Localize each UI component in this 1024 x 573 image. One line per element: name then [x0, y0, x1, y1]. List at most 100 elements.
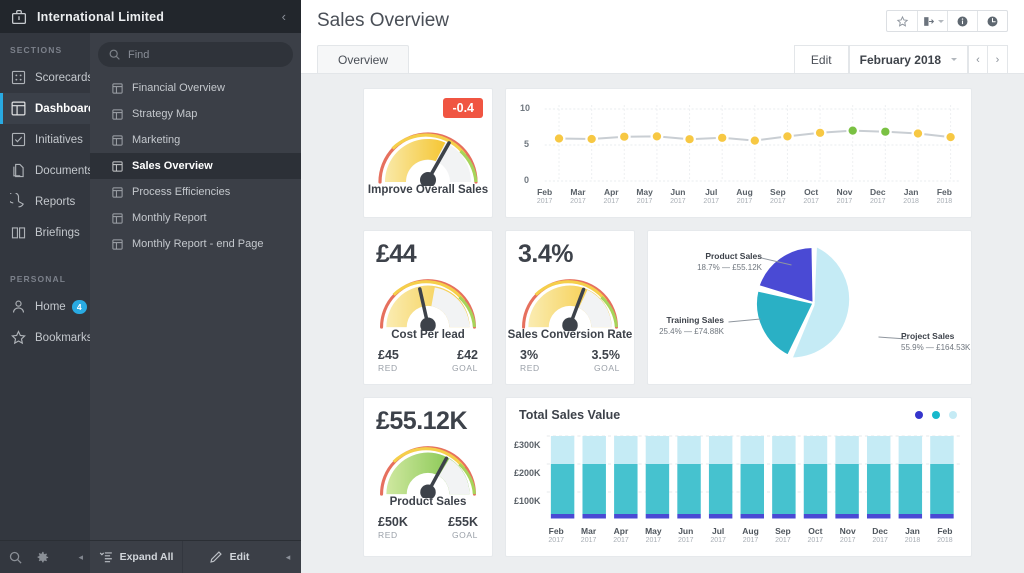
- gauge-wrapper: [506, 271, 634, 331]
- x-tick-label: Oct: [799, 526, 831, 536]
- legend-dot-project-sales[interactable]: [949, 411, 957, 419]
- dashboard-canvas: -0.4: [301, 74, 1024, 573]
- list-item[interactable]: Monthly Report - end Page: [90, 231, 301, 257]
- next-period-button[interactable]: ›: [988, 45, 1008, 73]
- edit-dashboard-button[interactable]: Edit: [794, 45, 849, 73]
- widget-title: Sales Conversion Rate: [506, 329, 634, 341]
- history-button[interactable]: [977, 11, 1007, 31]
- legend-dot-training-sales[interactable]: [932, 411, 940, 419]
- kpi-value: £44: [364, 240, 492, 269]
- organization-bar: International Limited ‹: [0, 0, 301, 33]
- list-item[interactable]: Financial Overview: [90, 75, 301, 101]
- period-selector[interactable]: February 2018: [849, 45, 968, 73]
- tab-bar-right: Edit February 2018 ‹ ›: [794, 45, 1008, 73]
- sidebar-footer: ◂ Expand All Edit ◂: [0, 540, 301, 573]
- sidebar-item-briefings[interactable]: Briefings: [0, 217, 90, 248]
- x-tick-label: Sep: [767, 526, 799, 536]
- list-item[interactable]: Process Efficiencies: [90, 179, 301, 205]
- sidebar-columns: SECTIONS Scorecards: [0, 33, 301, 573]
- widget-total-sales-value[interactable]: Total Sales Value: [505, 397, 972, 557]
- x-tick-label: Mar: [561, 187, 594, 197]
- sidebar-item-scorecards[interactable]: Scorecards: [0, 62, 90, 93]
- search-input[interactable]: [128, 49, 283, 61]
- info-button[interactable]: [947, 11, 977, 31]
- goal-threshold: £42 GOAL: [452, 348, 478, 373]
- sidebar-item-label: Home: [35, 301, 66, 313]
- sidebar-item-documents[interactable]: Documents: [0, 155, 90, 186]
- kpi-thresholds: £50K RED £55K GOAL: [364, 508, 492, 540]
- kpi-value: £55.12K: [364, 407, 492, 436]
- previous-period-button[interactable]: ‹: [968, 45, 988, 73]
- red-threshold: £50K RED: [378, 515, 408, 540]
- list-item-label: Monthly Report - end Page: [132, 238, 263, 250]
- gauge-cost-per-lead: [372, 271, 484, 331]
- favorite-star-button[interactable]: [887, 11, 917, 31]
- list-item[interactable]: Strategy Map: [90, 101, 301, 127]
- dashboard-page-icon: [111, 160, 124, 173]
- panel-collapse-button[interactable]: ◂: [275, 552, 301, 563]
- widget-sales-conversion-rate[interactable]: 3.4%: [505, 230, 635, 385]
- export-button[interactable]: [917, 11, 947, 31]
- star-icon: [10, 329, 27, 346]
- gauge-wrapper: [364, 271, 492, 331]
- goal-value: 3.5%: [592, 348, 621, 362]
- x-tick-sub: 2017: [864, 537, 896, 544]
- expand-all-label: Expand All: [120, 551, 174, 563]
- history-clock-icon: [986, 15, 999, 28]
- legend-dot-product-sales[interactable]: [915, 411, 923, 419]
- x-tick-label: Jul: [695, 187, 728, 197]
- y-axis-tick-200k: £200K: [514, 468, 541, 478]
- sidebar-collapse-button[interactable]: ‹: [277, 9, 291, 24]
- x-tick-sub: 2017: [670, 537, 702, 544]
- widget-cost-per-lead[interactable]: £44: [363, 230, 493, 385]
- x-tick-label: May: [637, 526, 669, 536]
- gear-icon[interactable]: [35, 550, 50, 565]
- x-tick-label: Apr: [605, 526, 637, 536]
- sidebar-item-label: Reports: [35, 196, 75, 208]
- list-item[interactable]: Marketing: [90, 127, 301, 153]
- widget-product-sales[interactable]: £55.12K: [363, 397, 493, 557]
- dashboard-row-3: £55.12K: [363, 397, 972, 557]
- pie-label-product-sales: Product Sales 18.7% — £55.12K: [684, 251, 762, 272]
- widget-improve-overall-sales[interactable]: -0.4: [363, 88, 493, 218]
- edit-button[interactable]: Edit: [182, 541, 275, 573]
- sidebar-item-initiatives[interactable]: Initiatives: [0, 124, 90, 155]
- period-label: February 2018: [860, 53, 941, 67]
- sidebar-item-home[interactable]: Home 4: [0, 291, 90, 322]
- widget-trend-line-chart[interactable]: 10 5 0 Feb2017 Mar2017 Apr2017 May2017 J…: [505, 88, 972, 218]
- collapse-left-icon[interactable]: ◂: [78, 552, 83, 563]
- x-tick-sub: 2017: [637, 537, 669, 544]
- dashboard-page-icon: [111, 108, 124, 121]
- home-badge: 4: [72, 300, 87, 314]
- documents-icon: [10, 162, 27, 179]
- chevron-down-icon: [938, 20, 944, 23]
- dashboard-page-icon: [111, 82, 124, 95]
- widget-sales-breakdown-pie[interactable]: Product Sales 18.7% — £55.12K Training S…: [647, 230, 972, 385]
- find-box[interactable]: [98, 42, 293, 67]
- expand-all-button[interactable]: Expand All: [90, 541, 182, 573]
- sidebar-item-reports[interactable]: Reports: [0, 186, 90, 217]
- x-tick-label: Jun: [670, 526, 702, 536]
- chart-title: Total Sales Value: [506, 398, 971, 422]
- x-tick-label: Feb: [929, 526, 961, 536]
- sidebar-item-bookmarks[interactable]: Bookmarks: [0, 322, 90, 353]
- x-tick-label: Sep: [761, 187, 794, 197]
- list-item[interactable]: Monthly Report: [90, 205, 301, 231]
- search-icon[interactable]: [8, 550, 23, 565]
- tab-bar: Overview Edit February 2018 ‹ ›: [301, 42, 1024, 74]
- slice-label: Training Sales: [648, 315, 724, 325]
- list-item-label: Strategy Map: [132, 108, 197, 120]
- goal-value: £55K: [448, 515, 478, 529]
- pencil-icon: [209, 550, 223, 564]
- search-icon: [108, 48, 121, 61]
- x-tick-sub: 2017: [702, 537, 734, 544]
- goal-label: GOAL: [452, 363, 478, 373]
- list-item-sales-overview[interactable]: Sales Overview: [90, 153, 301, 179]
- find-wrapper: [90, 33, 301, 75]
- dashboard-page-icon: [111, 186, 124, 199]
- tab-label: Overview: [338, 53, 388, 67]
- tab-overview[interactable]: Overview: [317, 45, 409, 73]
- sidebar-item-label: Initiatives: [35, 134, 83, 146]
- list-item-label: Monthly Report: [132, 212, 207, 224]
- sidebar-item-dashboards[interactable]: Dashboards: [0, 93, 90, 124]
